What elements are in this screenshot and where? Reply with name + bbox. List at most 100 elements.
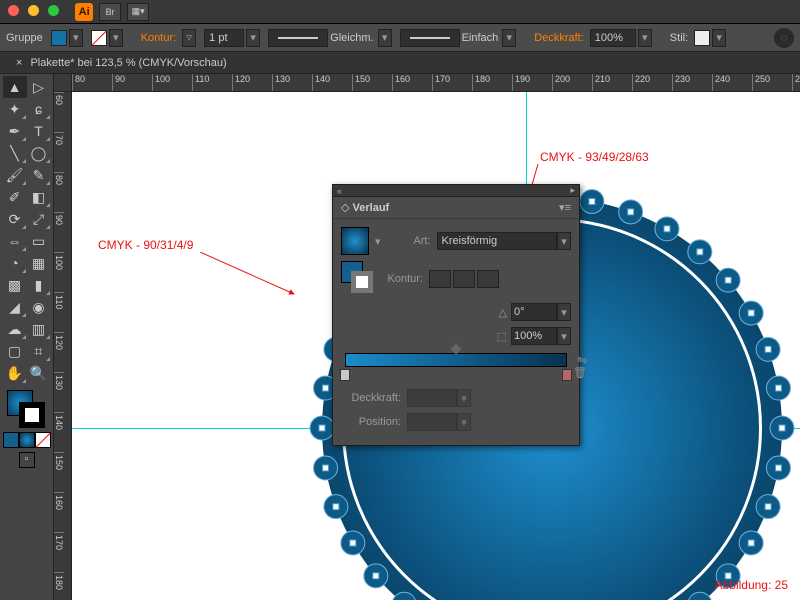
pencil-tool[interactable]: ✎ <box>27 164 51 186</box>
tool-palette: ▲▷ ✦ɕ ✒T ╲◯ 🖌✎ ✐◧ ⟳⤢ ⇔▭ ◔▦ ▩▮ ◢◉ ☁▥ ▢⌗ ✋… <box>0 74 54 600</box>
panel-close-icon[interactable]: ▸ <box>570 185 575 196</box>
paintbrush-tool[interactable]: 🖌 <box>3 164 27 186</box>
gradient-stop-end[interactable] <box>562 369 572 381</box>
lasso-tool[interactable]: ɕ <box>27 98 51 120</box>
stroke-weight-input[interactable] <box>204 29 244 47</box>
selection-tool[interactable]: ▲ <box>3 76 27 98</box>
delete-stop-icon[interactable]: 🗑 <box>573 366 587 379</box>
rotate-tool[interactable]: ⟳ <box>3 208 27 230</box>
stop-opacity-label: Deckkraft: <box>341 392 401 404</box>
hand-tool[interactable]: ✋ <box>3 362 27 384</box>
scale-tool[interactable]: ⤢ <box>27 208 51 230</box>
variable-width-profile[interactable] <box>268 29 328 47</box>
stop-position-label: Position: <box>341 416 401 428</box>
color-mode-button[interactable] <box>3 432 19 448</box>
stroke-dropdown[interactable]: ▾ <box>109 29 123 47</box>
stroke-step[interactable]: ▿ <box>182 29 196 47</box>
close-tab-icon[interactable]: × <box>16 57 22 69</box>
gradient-type-select[interactable]: Kreisförmig <box>437 232 557 250</box>
gradient-tool[interactable]: ▮ <box>27 274 51 296</box>
symbol-sprayer-tool[interactable]: ☁ <box>3 318 27 340</box>
type-label: Art: <box>381 235 431 247</box>
perspective-grid-tool[interactable]: ▦ <box>27 252 51 274</box>
panel-menu-icon[interactable]: ▾≡ <box>559 201 571 214</box>
arrange-documents-button[interactable]: ▦▾ <box>127 3 149 21</box>
gradient-stop-start[interactable] <box>340 369 350 381</box>
gradient-type-dropdown[interactable]: ▾ <box>557 232 571 250</box>
stroke-swatch[interactable] <box>91 30 107 46</box>
eyedropper-tool[interactable]: ◢ <box>3 296 27 318</box>
opacity-label[interactable]: Deckkraft: <box>534 32 584 44</box>
mesh-tool[interactable]: ▩ <box>3 274 27 296</box>
panel-title: ◇ Verlauf <box>341 201 389 214</box>
artboard-tool[interactable]: ▢ <box>3 340 27 362</box>
reverse-gradient-icon[interactable]: ⇋ <box>577 353 587 367</box>
gradient-preview-swatch[interactable] <box>341 227 369 255</box>
document-tab[interactable]: × Plakette* bei 123,5 % (CMYK/Vorschau) <box>0 52 800 74</box>
window-minimize-button[interactable] <box>28 5 39 16</box>
type-tool[interactable]: T <box>27 120 51 142</box>
panel-header[interactable]: « ▸ <box>333 185 579 197</box>
blob-brush-tool[interactable]: ✐ <box>3 186 27 208</box>
rectangle-tool[interactable]: ◯ <box>27 142 51 164</box>
pen-tool[interactable]: ✒ <box>3 120 27 142</box>
illustrator-icon: Ai <box>75 3 93 21</box>
graphic-style-swatch[interactable] <box>694 30 710 46</box>
width-tool[interactable]: ⇔ <box>3 230 27 252</box>
opacity-dropdown[interactable]: ▾ <box>638 29 652 47</box>
stop-position-dropdown: ▾ <box>457 413 471 431</box>
angle-dropdown[interactable]: ▾ <box>557 303 571 321</box>
none-mode-button[interactable] <box>35 432 51 448</box>
free-transform-tool[interactable]: ▭ <box>27 230 51 252</box>
eraser-tool[interactable]: ◧ <box>27 186 51 208</box>
window-close-button[interactable] <box>8 5 19 16</box>
gradient-bar[interactable] <box>345 353 567 367</box>
stroke-gradient-across[interactable] <box>477 270 499 288</box>
shape-builder-tool[interactable]: ◔ <box>3 252 27 274</box>
stroke-gradient-within[interactable] <box>429 270 451 288</box>
style-dropdown[interactable]: ▾ <box>712 29 726 47</box>
gradient-mode-button[interactable] <box>19 432 35 448</box>
stroke-weight-dropdown[interactable]: ▾ <box>246 29 260 47</box>
window-zoom-button[interactable] <box>48 5 59 16</box>
gradient-slider[interactable]: ⇋ 🗑 <box>345 353 567 375</box>
brush-label: Einfach <box>462 32 499 44</box>
brush-dropdown[interactable]: ▾ <box>502 29 516 47</box>
aspect-icon: ⬚ <box>497 330 507 343</box>
fill-dropdown[interactable]: ▾ <box>69 29 83 47</box>
document-title: Plakette* bei 123,5 % (CMYK/Vorschau) <box>30 57 226 69</box>
column-graph-tool[interactable]: ▥ <box>27 318 51 340</box>
control-bar: Gruppe ▾ ▾ Kontur: ▿ ▾ Gleichm. ▾ Einfac… <box>0 24 800 52</box>
zoom-tool[interactable]: 🔍 <box>27 362 51 384</box>
magic-wand-tool[interactable]: ✦ <box>3 98 27 120</box>
sync-icon[interactable]: ◌ <box>774 28 794 48</box>
macos-titlebar: Ai Br ▦▾ <box>0 0 800 24</box>
angle-icon: △ <box>499 306 507 319</box>
profile-label: Gleichm. <box>330 32 373 44</box>
ruler-origin[interactable] <box>54 74 72 92</box>
stroke-gradient-along[interactable] <box>453 270 475 288</box>
profile-dropdown[interactable]: ▾ <box>378 29 392 47</box>
fill-stroke-indicator[interactable] <box>7 390 47 430</box>
panel-collapse-icon[interactable]: « <box>337 186 342 196</box>
stroke-label[interactable]: Kontur: <box>141 32 176 44</box>
gradient-panel[interactable]: « ▸ ◇ Verlauf ▾≡ ▾ Art: Kreisförmig ▾ Ko… <box>332 184 580 446</box>
panel-fill-stroke-swap[interactable] <box>341 261 377 297</box>
aspect-dropdown[interactable]: ▾ <box>557 327 571 345</box>
fill-swatch[interactable] <box>51 30 67 46</box>
blend-tool[interactable]: ◉ <box>27 296 51 318</box>
brush-definition[interactable] <box>400 29 460 47</box>
opacity-input[interactable] <box>590 29 636 47</box>
slice-tool[interactable]: ⌗ <box>27 340 51 362</box>
stop-opacity-input <box>407 389 457 407</box>
screen-mode-button[interactable]: ▫ <box>19 452 35 468</box>
line-tool[interactable]: ╲ <box>3 142 27 164</box>
annotation-left: CMYK - 90/31/4/9 <box>98 238 193 252</box>
vertical-ruler[interactable]: 60708090100110120130140150160170180190 <box>54 92 72 600</box>
direct-selection-tool[interactable]: ▷ <box>27 76 51 98</box>
bridge-button[interactable]: Br <box>99 3 121 21</box>
canvas-area: 8090100110120130140150160170180190200210… <box>54 74 800 600</box>
horizontal-ruler[interactable]: 8090100110120130140150160170180190200210… <box>72 74 800 92</box>
angle-input[interactable] <box>511 303 557 321</box>
aspect-input[interactable] <box>511 327 557 345</box>
